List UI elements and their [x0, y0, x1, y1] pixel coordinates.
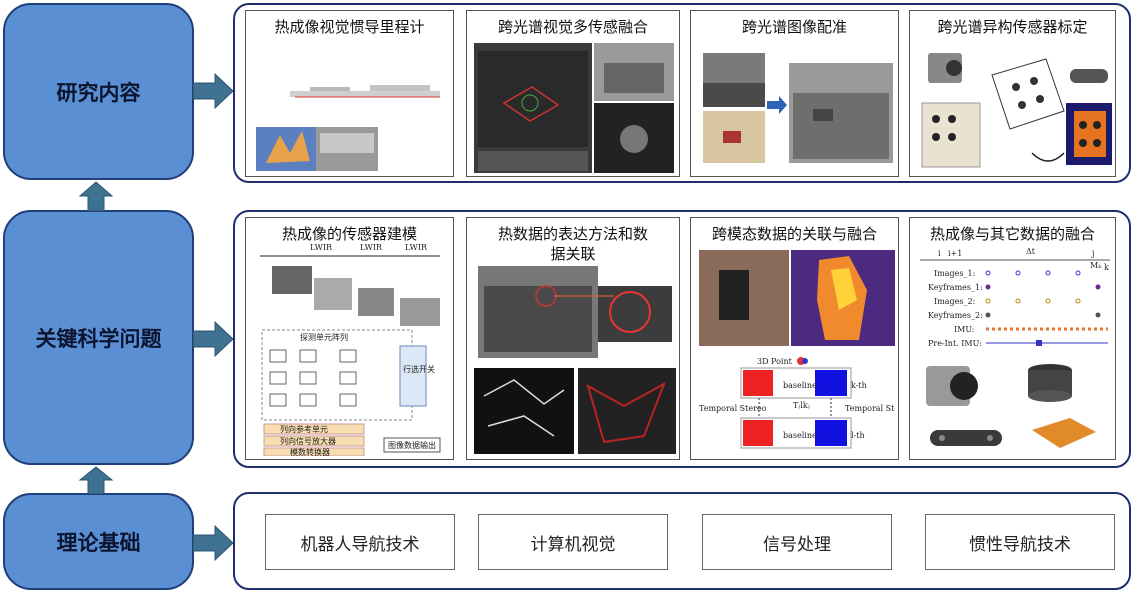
research-content-label: 研究内容 — [56, 80, 141, 105]
foundation-label: 信号处理 — [763, 534, 831, 555]
calibration-image — [921, 53, 1112, 168]
key-scientific-problems-box: 关键科学问题 — [3, 210, 194, 465]
research-content-box: 研究内容 — [3, 3, 194, 180]
stereo-diagram: 3D Point baseline k-th Temporal Stereo T… — [699, 357, 895, 449]
fusion-screenshot-image — [474, 43, 674, 173]
row-images1: Images_1: — [934, 269, 975, 278]
tick-i1-label: i+1 — [948, 249, 962, 258]
foundation-signal-processing: 信号处理 — [702, 514, 892, 570]
up-arrow-1 — [78, 181, 114, 211]
point-cloud-image — [250, 43, 450, 173]
output-label: 图像数据输出 — [388, 440, 436, 450]
adc-label: 模数转换器 — [290, 447, 330, 456]
baseline-top-label: baseline — [783, 381, 817, 390]
foundation-robot-navigation: 机器人导航技术 — [265, 514, 455, 570]
cross-modal-image — [699, 250, 895, 346]
temporal-left-label: Temporal Stereo — [699, 404, 767, 413]
ref-unit-label: 列向参考单元 — [280, 424, 328, 434]
row-select-label: 行选开关 — [403, 364, 435, 374]
tick-j-label: j — [1091, 249, 1094, 258]
lwir-label-3: LWIR — [405, 243, 428, 252]
research-card-thermal-vio: 热成像视觉惯导里程计 — [245, 10, 454, 177]
sensor-model-diagram: LWIR LWIR LWIR 探测单元阵列 行选开关 列向参考单元 列向信号放大… — [260, 243, 441, 456]
foundation-label: 机器人导航技术 — [300, 534, 420, 555]
foundation-label: 惯性导航技术 — [969, 534, 1071, 555]
key-card-cross-modal-fusion: 跨模态数据的关联与融合 3D Point baseline k-th Tempo… — [690, 217, 899, 460]
row-preint-imu: Pre-Int. IMU: — [928, 339, 982, 348]
temporal-right-label: Temporal Stereo — [845, 404, 895, 413]
baseline-bottom-label: baseline — [783, 431, 817, 440]
delta-label: Δt — [1026, 247, 1036, 256]
row-keyframes1: Keyframes_1: — [928, 283, 983, 292]
point-label: 3D Point — [757, 357, 793, 366]
right-arrow-1 — [193, 72, 234, 110]
detector-array-label: 探测单元阵列 — [300, 332, 348, 342]
lwir-label-2: LWIR — [360, 243, 383, 252]
t-label: T₍lk₎ — [793, 401, 810, 410]
foundation-computer-vision: 计算机视觉 — [478, 514, 668, 570]
thermal-association-image — [474, 266, 676, 454]
card-title: 热成像视觉惯导里程计 — [274, 18, 425, 36]
tick-k-label: k — [1104, 263, 1109, 272]
theory-foundation-label: 理论基础 — [56, 530, 141, 555]
row-keyframes2: Keyframes_2: — [928, 311, 983, 320]
sensors-image — [926, 364, 1096, 448]
up-arrow-2 — [78, 466, 114, 494]
key-card-sensor-model: 热成像的传感器建模 LWIR LWIR LWIR 探测单元阵列 行选开关 列向参… — [245, 217, 454, 460]
card-title: 跨光谱视觉多传感融合 — [497, 18, 648, 36]
card-title: 跨模态数据的关联与融合 — [711, 225, 877, 243]
card-title: 跨光谱异构传感器标定 — [937, 18, 1088, 36]
research-card-image-registration: 跨光谱图像配准 — [690, 10, 899, 177]
tick-i-label: i — [938, 249, 941, 258]
registration-image — [703, 53, 893, 163]
card-title: 热成像与其它数据的融合 — [929, 225, 1095, 243]
theory-foundation-box: 理论基础 — [3, 493, 194, 590]
card-title: 热成像的传感器建模 — [281, 225, 417, 243]
signal-amp-label: 列向信号放大器 — [280, 436, 336, 446]
card-title: 热数据的表达方法和数据关联 — [497, 225, 648, 263]
kth-label: k-th — [851, 381, 867, 390]
row-images2: Images_2: — [934, 297, 975, 306]
lth-label: l-th — [851, 431, 865, 440]
timeline-diagram: i i+1 Δt j k Mₖ Images_1: Keyframes_1: I… — [920, 247, 1110, 348]
lwir-label-1: LWIR — [310, 243, 333, 252]
foundation-label: 计算机视觉 — [530, 534, 616, 555]
card-title: 跨光谱图像配准 — [741, 18, 847, 36]
key-card-thermal-representation: 热数据的表达方法和数据关联 — [466, 217, 680, 460]
foundation-inertial-navigation: 惯性导航技术 — [925, 514, 1115, 570]
row-imu: IMU: — [954, 325, 975, 334]
right-arrow-3 — [193, 524, 234, 562]
research-card-cross-spectral-fusion: 跨光谱视觉多传感融合 — [466, 10, 680, 177]
key-scientific-problems-label: 关键科学问题 — [35, 326, 162, 351]
right-arrow-2 — [193, 320, 234, 358]
key-card-thermal-other-fusion: 热成像与其它数据的融合 i i+1 Δt j k Mₖ Images_1: Ke… — [909, 217, 1116, 460]
mk-label: Mₖ — [1090, 261, 1102, 270]
research-card-calibration: 跨光谱异构传感器标定 — [909, 10, 1116, 177]
